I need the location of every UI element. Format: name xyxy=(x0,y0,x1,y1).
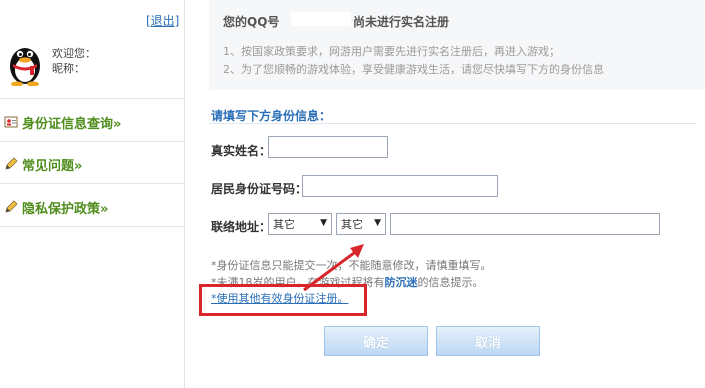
pencil-icon xyxy=(4,200,18,214)
province-selected-value: 其它 xyxy=(273,218,295,231)
dropdown-arrow-icon: ▼ xyxy=(320,218,327,228)
minor-note-suffix: 的信息提示。 xyxy=(417,276,484,289)
id-number-label: 居民身份证号码： xyxy=(211,182,308,196)
divider xyxy=(0,98,184,99)
cancel-button[interactable]: 取消 xyxy=(436,326,540,356)
divider xyxy=(0,226,184,227)
status-banner: 您的QQ号 尚未进行实名注册 1、按国家政策要求，网游用户需要先进行实名注册后，… xyxy=(209,0,705,90)
sidebar-item-id-query[interactable]: 身份证信息查询» xyxy=(4,111,121,133)
real-name-input[interactable] xyxy=(268,136,388,158)
address-input[interactable] xyxy=(390,213,660,235)
anti-addiction-term: 防沉迷 xyxy=(384,276,418,289)
logout-link[interactable]: [退出] xyxy=(146,12,179,29)
qq-number-mask xyxy=(291,12,351,26)
form-section-title: 请填写下方身份信息： xyxy=(211,109,332,123)
city-select[interactable]: 其它 ▼ xyxy=(336,213,386,235)
divider xyxy=(209,123,697,124)
registration-status: 尚未进行实名注册 xyxy=(353,15,450,29)
real-name-label: 真实姓名： xyxy=(211,144,272,158)
notice-line-2: 2、为了您顺畅的游戏体验，享受健康游戏生活，请您尽快填写下方的身份信息 xyxy=(223,63,604,76)
notice-line-1: 1、按国家政策要求，网游用户需要先进行实名注册后，再进入游戏； xyxy=(223,45,560,58)
divider xyxy=(0,183,184,184)
address-label: 联络地址： xyxy=(211,220,272,234)
sidebar: [退出] 欢迎您： 昵称： 身份证信息查询» 常见问题» 隐私保护政策» xyxy=(0,0,185,388)
annotation-arrow-icon xyxy=(303,244,364,292)
pencil-icon xyxy=(4,157,18,171)
id-card-icon xyxy=(4,115,18,129)
sidebar-item-faq[interactable]: 常见问题» xyxy=(4,153,82,175)
divider xyxy=(0,141,184,142)
qq-penguin-avatar xyxy=(4,40,46,87)
province-select[interactable]: 其它 ▼ xyxy=(268,213,332,235)
confirm-button[interactable]: 确定 xyxy=(324,326,428,356)
nickname-label: 昵称： xyxy=(52,62,85,75)
sidebar-item-label: 隐私保护政策» xyxy=(22,201,109,217)
user-info: 欢迎您： 昵称： xyxy=(4,40,182,92)
welcome-label: 欢迎您： xyxy=(52,47,96,60)
sidebar-item-privacy[interactable]: 隐私保护政策» xyxy=(4,196,108,218)
banner-title: 您的QQ号 xyxy=(223,15,280,29)
id-number-input[interactable] xyxy=(302,175,498,197)
sidebar-item-label: 常见问题» xyxy=(22,158,83,174)
welcome-text: 欢迎您： 昵称： xyxy=(52,46,96,76)
sidebar-item-label: 身份证信息查询» xyxy=(22,116,122,132)
city-selected-value: 其它 xyxy=(341,218,363,231)
dropdown-arrow-icon: ▼ xyxy=(374,218,381,228)
